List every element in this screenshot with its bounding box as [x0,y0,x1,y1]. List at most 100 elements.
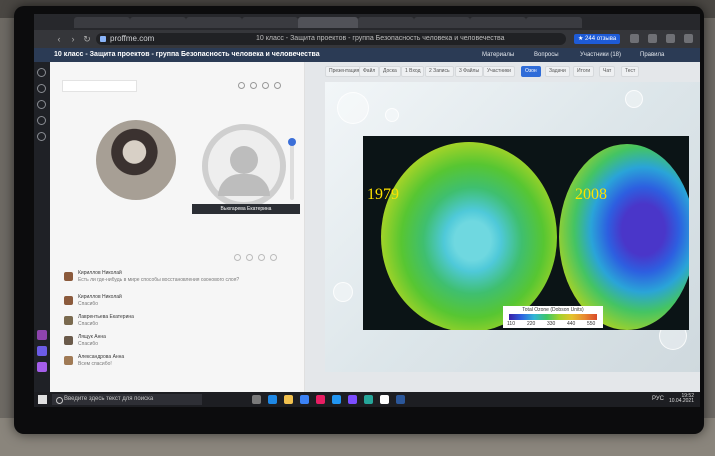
address-bar[interactable]: proffme.com 10 класс - Защита проектов -… [96,33,566,45]
rail-settings-icon[interactable] [37,100,46,109]
chat-avatar [64,356,73,365]
browser-tab-strip [34,14,700,30]
year-label-right: 2008 [575,186,607,203]
chat-text: Всем спасибо! [78,361,112,367]
chat-message: Кириллов Николай Спасибо [64,294,274,316]
volume-slider[interactable] [288,138,296,200]
page-title: 10 класс - Защита проектов - группа Безо… [54,51,320,58]
settings-icon[interactable] [262,82,269,89]
browser-tab[interactable] [130,17,186,28]
reload-icon[interactable]: ↻ [82,34,92,44]
panel-search-input[interactable] [62,80,137,92]
ozone-map-1979 [381,142,557,330]
back-icon[interactable]: ‹ [54,34,64,44]
chat-settings-icon[interactable] [258,254,265,261]
user-silhouette-body [218,174,270,196]
edge-icon[interactable] [268,395,277,404]
pres-tab[interactable]: Доска [379,66,401,77]
pres-tab[interactable]: Чат [599,66,616,77]
browser-tab[interactable] [74,17,130,28]
store-icon[interactable] [300,395,309,404]
chat-author: Кириллов Николай [78,294,122,300]
app-icon[interactable] [364,395,373,404]
task-view-icon[interactable] [252,395,261,404]
chat-message: Александрова Анна Всем спасибо! [64,354,274,376]
chat-attach-icon[interactable] [246,254,253,261]
viber-icon[interactable] [348,395,357,404]
taskbar: Введите здесь текст для поиска РУС 19:52… [34,392,700,407]
year-label-left: 1979 [367,186,399,203]
rail-app-icon[interactable] [37,330,47,340]
header-link-questions[interactable]: Вопросы [534,48,559,62]
chrome-icon[interactable] [380,395,389,404]
system-clock[interactable]: 19:52 10.04.2021 [669,394,694,404]
chat-toolbar [64,252,294,264]
slide-bubble-decoration [333,282,353,302]
file-explorer-icon[interactable] [284,395,293,404]
left-panel: Вьюгарева Екатерина Кириллов Николай Ест… [50,62,305,392]
chat-emoji-icon[interactable] [234,254,241,261]
pres-tab[interactable]: 2 Запись [425,66,454,77]
lock-icon[interactable] [648,34,657,43]
browser-tab[interactable] [414,17,470,28]
browser-tab-active[interactable] [298,17,358,28]
rail-grid-icon[interactable] [37,132,46,141]
header-link-materials[interactable]: Материалы [482,48,514,62]
menu-icon[interactable] [684,34,693,43]
extension-icon[interactable] [630,34,639,43]
windows-start-icon[interactable] [38,395,47,404]
pres-tab[interactable]: Участники [483,66,515,77]
chat-message: Кириллов Николай Есть ли где-нибудь в ми… [64,270,274,292]
pres-tab-active[interactable]: Озон [521,66,541,77]
camera-icon[interactable] [250,82,257,89]
app-icon[interactable] [316,395,325,404]
header-link-rules[interactable]: Правила [640,48,664,62]
volume-slider-knob[interactable] [288,138,296,146]
chat-text: Есть ли где-нибудь в мире способы восста… [78,277,240,283]
ozone-comparison-image: 1979 2008 Total Ozone (Dobson Units) 110… [363,136,689,330]
browser-tab[interactable] [526,17,582,28]
chat-author: Лаврентьева Екатерина [78,314,134,320]
mail-icon[interactable] [332,395,341,404]
presentation-area: Презентация Файл Доска 1 Вход 2 Запись 3… [305,62,700,392]
lock-icon [100,36,106,42]
browser-tab[interactable] [242,17,298,28]
rail-clock-icon[interactable] [37,68,46,77]
reviews-badge[interactable]: ★ 244 отзыва [574,34,621,44]
browser-tab[interactable] [358,17,414,28]
screen: ‹ › ↻ proffme.com 10 класс - Защита прое… [34,14,700,407]
forward-icon[interactable]: › [68,34,78,44]
rail-star-icon[interactable] [37,84,46,93]
legend-tick: 220 [527,321,536,327]
browser-tab[interactable] [470,17,526,28]
pres-tab[interactable]: Файл [359,66,380,77]
pres-tab[interactable]: 1 Вход [401,66,425,77]
participant-avatar-placeholder [202,124,286,208]
legend-tick: 550 [587,321,596,327]
chat-author: Кириллов Николай [78,270,122,276]
pres-tab[interactable]: Задачи [545,66,570,77]
slide-bubble-decoration [385,108,399,122]
header-link-participants[interactable]: Участники (18) [580,48,621,62]
mic-icon[interactable] [238,82,245,89]
expand-icon[interactable] [274,82,281,89]
taskbar-search-input[interactable]: Введите здесь текст для поиска [52,394,202,405]
pres-tab[interactable]: Тест [621,66,640,77]
ozone-legend: Total Ozone (Dobson Units) 110 220 330 4… [503,306,603,328]
rail-edit-icon[interactable] [37,116,46,125]
pres-tab[interactable]: Презентация [325,66,364,77]
pres-tab[interactable]: 3 Файлы [455,66,484,77]
chat-message: Лаврентьева Екатерина Спасибо [64,314,274,336]
pres-tab[interactable]: Итоги [573,66,595,77]
chat-text: Спасибо [78,301,99,307]
chat-expand-icon[interactable] [270,254,277,261]
browser-tab[interactable] [186,17,242,28]
app-header: 10 класс - Защита проектов - группа Безо… [34,48,700,62]
rail-app-icon[interactable] [37,346,47,356]
rail-app-icon[interactable] [37,362,47,372]
language-indicator[interactable]: РУС [652,396,664,402]
word-icon[interactable] [396,395,405,404]
legend-tick: 110 [507,321,515,327]
profile-icon[interactable] [666,34,675,43]
presentation-slide: 1979 2008 Total Ozone (Dobson Units) 110… [325,82,700,372]
